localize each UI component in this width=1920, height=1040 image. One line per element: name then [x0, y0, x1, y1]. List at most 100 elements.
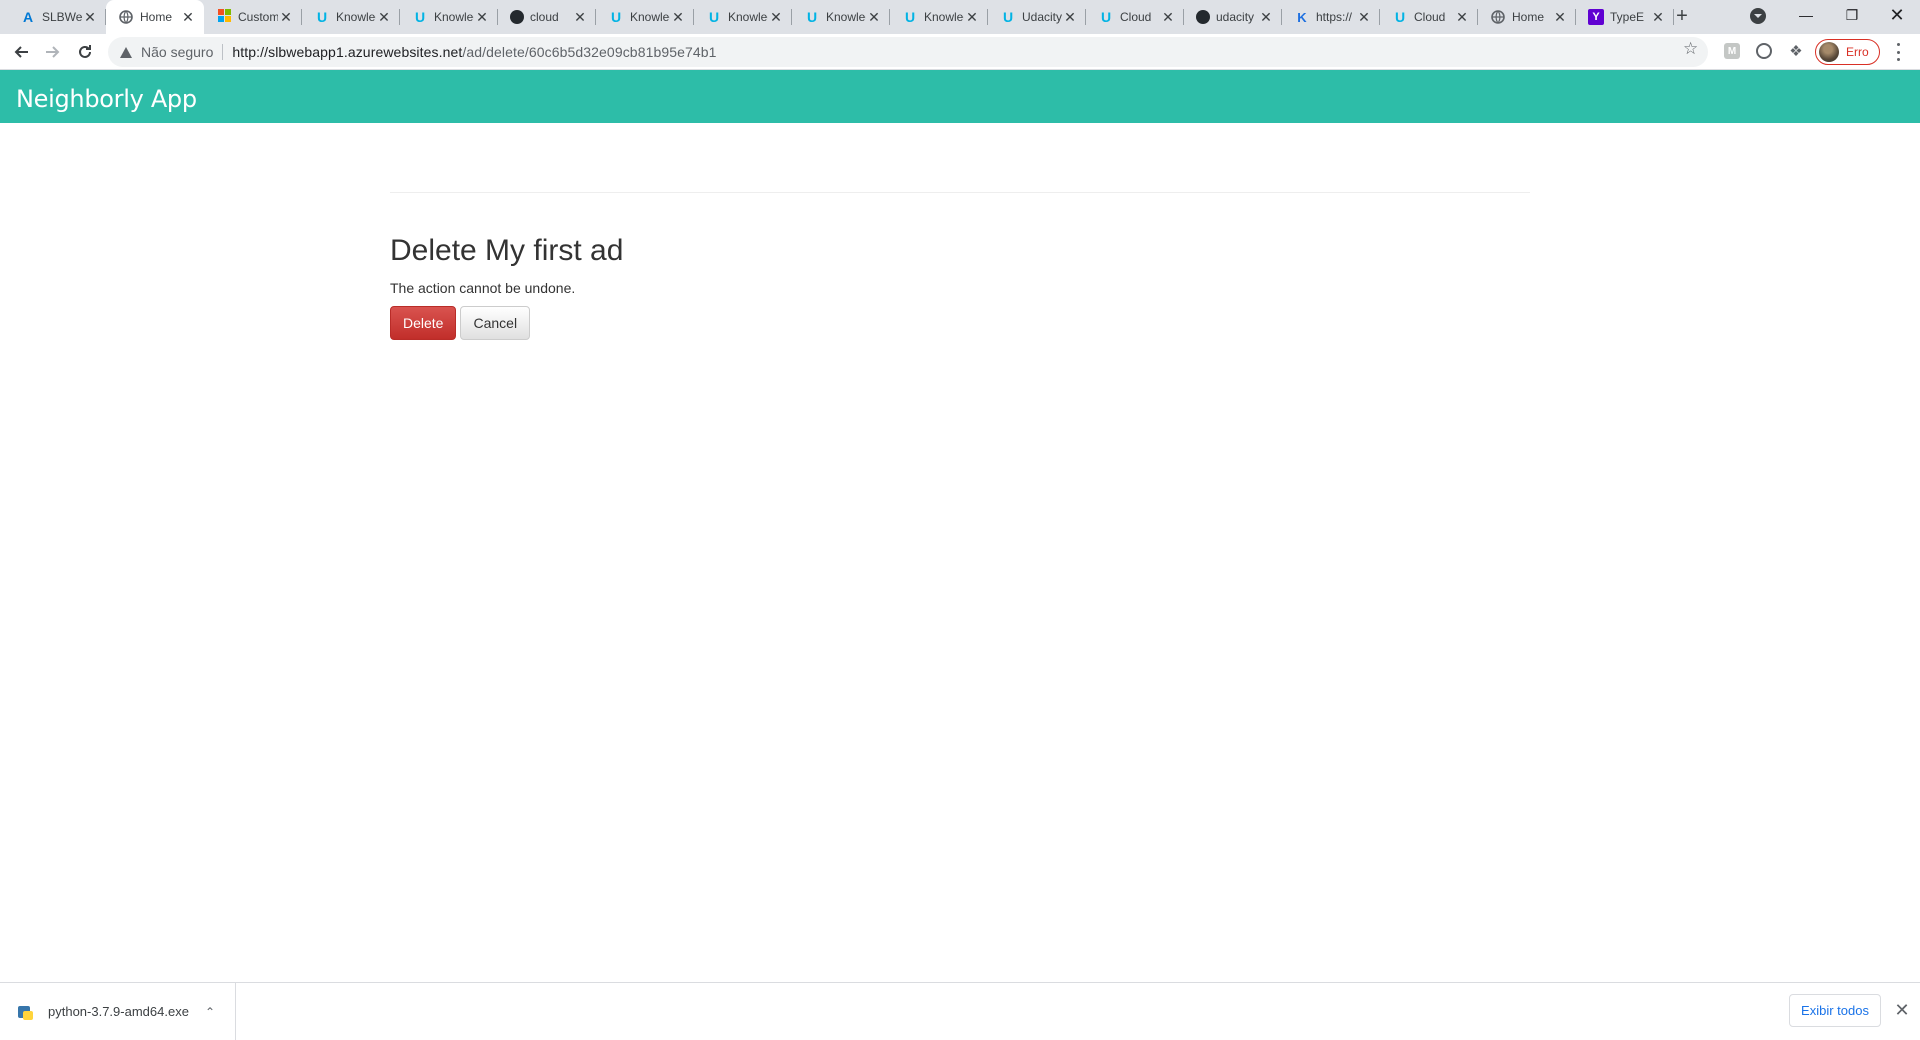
restore-button[interactable]: ❐	[1829, 0, 1875, 30]
url-host: http://slbwebapp1.azurewebsites.net	[232, 44, 463, 60]
bookmark-star-icon[interactable]: ☆	[1683, 39, 1698, 59]
tab-search-icon[interactable]	[1750, 8, 1766, 24]
profile-button[interactable]: Erro	[1815, 39, 1880, 65]
app-title[interactable]: Neighborly App	[16, 85, 197, 113]
tab-title: Knowledge	[336, 10, 376, 24]
download-item[interactable]: python-3.7.9-amd64.exe ⌃	[0, 983, 236, 1040]
browser-tab[interactable]: U Knowledge✕	[792, 0, 890, 34]
azure-icon: A	[22, 9, 34, 25]
close-tab-icon[interactable]: ✕	[82, 9, 98, 25]
close-tab-icon[interactable]: ✕	[866, 9, 882, 25]
browser-tab[interactable]: U Knowledge✕	[400, 0, 498, 34]
chevron-up-icon[interactable]: ⌃	[205, 1005, 215, 1019]
reload-button[interactable]	[73, 40, 97, 64]
close-tab-icon[interactable]: ✕	[278, 9, 294, 25]
tab-title: Cloud	[1414, 10, 1446, 24]
udacity-icon: U	[610, 9, 622, 25]
browser-toolbar: Não seguro http://slbwebapp1.azurewebsit…	[0, 34, 1920, 70]
reload-icon	[79, 45, 91, 58]
close-tab-icon[interactable]: ✕	[1650, 9, 1666, 25]
url-text[interactable]: http://slbwebapp1.azurewebsites.net/ad/d…	[232, 44, 716, 60]
address-bar[interactable]: Não seguro http://slbwebapp1.azurewebsit…	[108, 37, 1708, 67]
main-content: Delete My first ad The action cannot be …	[390, 123, 1530, 340]
yahoo-icon: Y	[1588, 9, 1604, 25]
udacity-icon: U	[316, 9, 328, 25]
browser-tab[interactable]: U Cloud ✕	[1380, 0, 1478, 34]
k-icon: K	[1297, 9, 1307, 25]
extensions-puzzle-icon[interactable]: ❖	[1788, 43, 1804, 60]
udacity-icon: U	[414, 9, 426, 25]
microsoft-icon	[216, 9, 232, 25]
python-file-icon	[18, 1004, 34, 1020]
browser-tab[interactable]: Y TypeE ✕	[1576, 0, 1674, 34]
tab-title: Customize	[238, 10, 278, 24]
close-tab-icon[interactable]: ✕	[1552, 9, 1568, 25]
browser-tab[interactable]: cloud ✕	[498, 0, 596, 34]
cancel-button[interactable]: Cancel	[460, 306, 531, 340]
close-tab-icon[interactable]: ✕	[572, 9, 588, 25]
browser-tab[interactable]: U Knowledge✕	[302, 0, 400, 34]
close-tab-icon[interactable]: ✕	[670, 9, 686, 25]
show-all-downloads-button[interactable]: Exibir todos	[1789, 994, 1881, 1027]
browser-tab[interactable]: Customize✕	[204, 0, 302, 34]
browser-tab[interactable]: Home ✕	[1478, 0, 1576, 34]
download-file-name: python-3.7.9-amd64.exe	[48, 1004, 189, 1019]
browser-tab[interactable]: U Knowledge✕	[596, 0, 694, 34]
github-icon	[1196, 10, 1210, 24]
close-tab-icon[interactable]: ✕	[474, 9, 490, 25]
warning-text: The action cannot be undone.	[390, 280, 576, 296]
udacity-icon: U	[708, 9, 720, 25]
browser-tab[interactable]: Khttps://✕	[1282, 0, 1380, 34]
globe-icon	[1490, 9, 1506, 25]
browser-tab[interactable]: U Udacity ✕	[988, 0, 1086, 34]
minimize-button[interactable]: —	[1783, 0, 1829, 30]
browser-menu-icon[interactable]	[1890, 43, 1906, 61]
forward-arrow-icon	[46, 46, 60, 58]
close-tab-icon[interactable]: ✕	[1062, 9, 1078, 25]
tab-title: TypeE	[1610, 10, 1645, 24]
close-tab-icon[interactable]: ✕	[1356, 9, 1372, 25]
close-download-bar-icon[interactable]: ✕	[1893, 1000, 1911, 1020]
tab-title: udacity	[1216, 10, 1255, 24]
close-tab-icon[interactable]: ✕	[1454, 9, 1470, 25]
forward-button[interactable]	[41, 40, 65, 64]
back-button[interactable]	[9, 40, 33, 64]
browser-tab[interactable]: A SLBWebApp1✕	[8, 0, 106, 34]
tab-title: Knowledge	[434, 10, 474, 24]
tab-title: Cloud	[1120, 10, 1152, 24]
tab-title: cloud	[530, 10, 559, 24]
delete-button[interactable]: Delete	[390, 306, 457, 340]
tab-title: Knowledge	[728, 10, 768, 24]
udacity-icon: U	[1002, 9, 1014, 25]
new-tab-button[interactable]: +	[1669, 5, 1695, 29]
profile-status-label: Erro	[1846, 45, 1869, 59]
extension-m-icon[interactable]: M	[1724, 43, 1740, 59]
close-window-button[interactable]: ✕	[1874, 0, 1920, 30]
browser-tab[interactable]: U Cloud ✕	[1086, 0, 1184, 34]
security-label[interactable]: Não seguro	[141, 44, 213, 60]
close-tab-icon[interactable]: ✕	[768, 9, 784, 25]
page-title: Delete My first ad	[390, 234, 624, 267]
tab-title: Knowledge	[630, 10, 670, 24]
avatar	[1819, 42, 1839, 62]
tab-title: Home	[140, 10, 173, 24]
app-header: Neighborly App	[0, 70, 1920, 123]
browser-tab[interactable]: Home ✕	[106, 0, 204, 34]
tab-title: Home	[1512, 10, 1545, 24]
close-tab-icon[interactable]: ✕	[180, 9, 196, 25]
close-tab-icon[interactable]: ✕	[1160, 9, 1176, 25]
browser-tab[interactable]: udacity ✕	[1184, 0, 1282, 34]
warning-icon	[120, 46, 132, 58]
divider	[390, 192, 1530, 193]
close-tab-icon[interactable]: ✕	[964, 9, 980, 25]
browser-tab[interactable]: U Knowledge✕	[890, 0, 988, 34]
tab-title: Knowledge	[826, 10, 866, 24]
github-icon	[510, 10, 524, 24]
close-tab-icon[interactable]: ✕	[376, 9, 392, 25]
download-bar: python-3.7.9-amd64.exe ⌃ Exibir todos ✕	[0, 982, 1920, 1040]
close-tab-icon[interactable]: ✕	[1258, 9, 1274, 25]
address-separator	[222, 44, 224, 60]
browser-tab[interactable]: U Knowledge✕	[694, 0, 792, 34]
extension-circle-icon[interactable]	[1756, 43, 1772, 59]
tab-title: Knowledge	[924, 10, 964, 24]
